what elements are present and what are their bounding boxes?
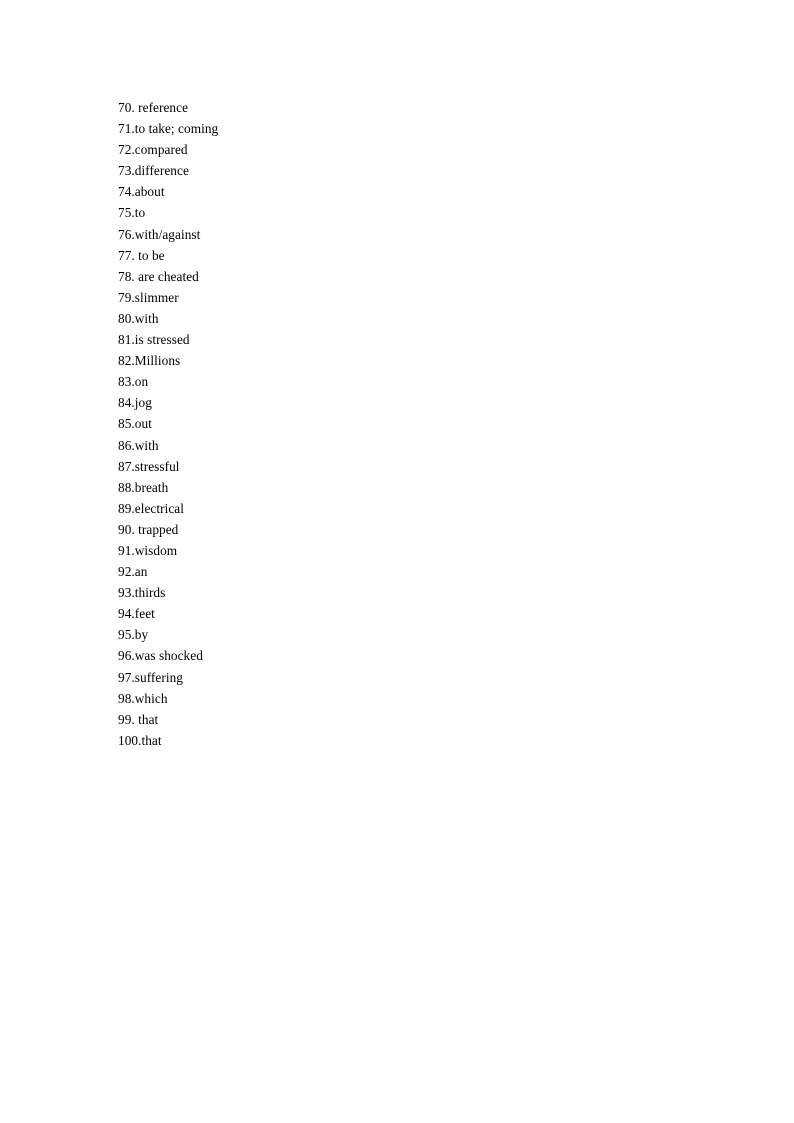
answer-key-list: 70. reference 71.to take; coming 72.compar…	[118, 97, 738, 751]
answer-line: 75.to	[118, 205, 146, 221]
answer-line: 83.on	[118, 374, 149, 390]
answer-line: 98.which	[118, 690, 168, 706]
answer-line: 100.that	[118, 732, 162, 748]
answer-line: 86.with	[118, 437, 159, 453]
answer-line: 97.suffering	[118, 669, 183, 685]
answer-line: 77. to be	[118, 247, 165, 263]
answer-line: 79.slimmer	[118, 289, 179, 305]
answer-line: 96.was shocked	[118, 648, 203, 664]
answer-line: 84.jog	[118, 395, 152, 411]
answer-line: 76.with/against	[118, 226, 201, 242]
answer-line: 95.by	[118, 627, 149, 643]
answer-line: 72.compared	[118, 142, 188, 158]
answer-line: 85.out	[118, 416, 152, 432]
answer-line: 99. that	[118, 711, 159, 727]
answer-line: 73.difference	[118, 163, 189, 179]
answer-line: 91.wisdom	[118, 542, 178, 558]
answer-line: 93.thirds	[118, 585, 166, 601]
answer-line: 74.about	[118, 184, 165, 200]
answer-line: 89.electrical	[118, 500, 184, 516]
answer-line: 78. are cheated	[118, 268, 199, 284]
answer-line: 94.feet	[118, 606, 155, 622]
answer-line: 81.is stressed	[118, 332, 190, 348]
answer-line: 80.with	[118, 310, 159, 326]
answer-line: 90. trapped	[118, 521, 179, 537]
answer-line: 92.an	[118, 564, 148, 580]
answer-line: 71.to take; coming	[118, 121, 219, 137]
answer-line: 70. reference	[118, 100, 189, 115]
document-page: 70. reference 71.to take; coming 72.compar…	[0, 0, 794, 1123]
answer-line: 87.stressful	[118, 458, 180, 474]
answer-line: 82.Millions	[118, 353, 181, 369]
answer-line: 88.breath	[118, 479, 169, 495]
